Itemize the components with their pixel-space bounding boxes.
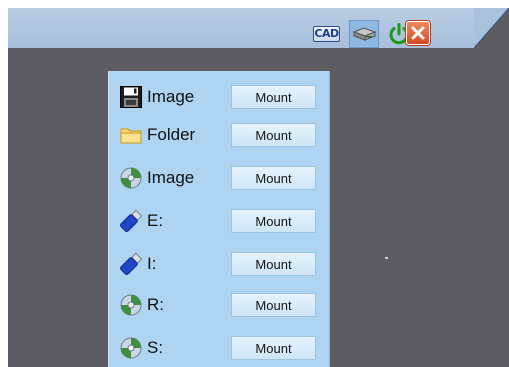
cd-image-icon [119, 166, 143, 190]
virtual-media-button[interactable] [349, 20, 379, 48]
cd-drive-icon [119, 336, 143, 360]
drive-label: Folder [147, 125, 196, 144]
close-icon [411, 26, 425, 40]
mouse-pointer [385, 257, 388, 259]
drive-row-cd-image: Image Mount [109, 161, 329, 195]
ctrl-alt-del-button[interactable]: CAD [311, 20, 342, 48]
cad-label: CAD [313, 26, 340, 42]
virtual-media-panel: Image Mount Folder Mount Image Mount E: … [108, 71, 330, 367]
mount-button[interactable]: Mount [231, 252, 316, 276]
mount-button[interactable]: Mount [231, 166, 316, 190]
mount-button[interactable]: Mount [231, 85, 316, 109]
drive-row-folder: Folder Mount [109, 118, 329, 152]
drive-row-floppy-image: Image Mount [109, 80, 329, 114]
drive-label: E: [147, 211, 164, 230]
toolbar-slant [474, 8, 509, 49]
usb-drive-icon [119, 209, 143, 233]
drive-row-cd-r: R: Mount [109, 288, 329, 322]
usb-drive-icon [119, 252, 143, 276]
drive-row-cd-s: S: Mount [109, 331, 329, 365]
mount-button[interactable]: Mount [231, 293, 316, 317]
drive-row-usb-i: I: Mount [109, 247, 329, 281]
drive-icon [352, 27, 377, 41]
screen: CAD Image Mount Folder Mount Image Mount… [0, 0, 509, 367]
drive-row-usb-e: E: Mount [109, 204, 329, 238]
folder-icon [119, 123, 143, 147]
floppy-disk-icon [119, 85, 143, 109]
mount-button[interactable]: Mount [231, 123, 316, 147]
close-button[interactable] [406, 21, 430, 45]
drive-label: S: [147, 338, 164, 357]
mount-button[interactable]: Mount [231, 336, 316, 360]
toolbar: CAD [8, 8, 474, 49]
mount-button[interactable]: Mount [231, 209, 316, 233]
cd-drive-icon [119, 293, 143, 317]
drive-label: Image [147, 87, 195, 106]
drive-label: R: [147, 295, 164, 314]
drive-label: Image [147, 168, 195, 187]
drive-label: I: [147, 254, 157, 273]
